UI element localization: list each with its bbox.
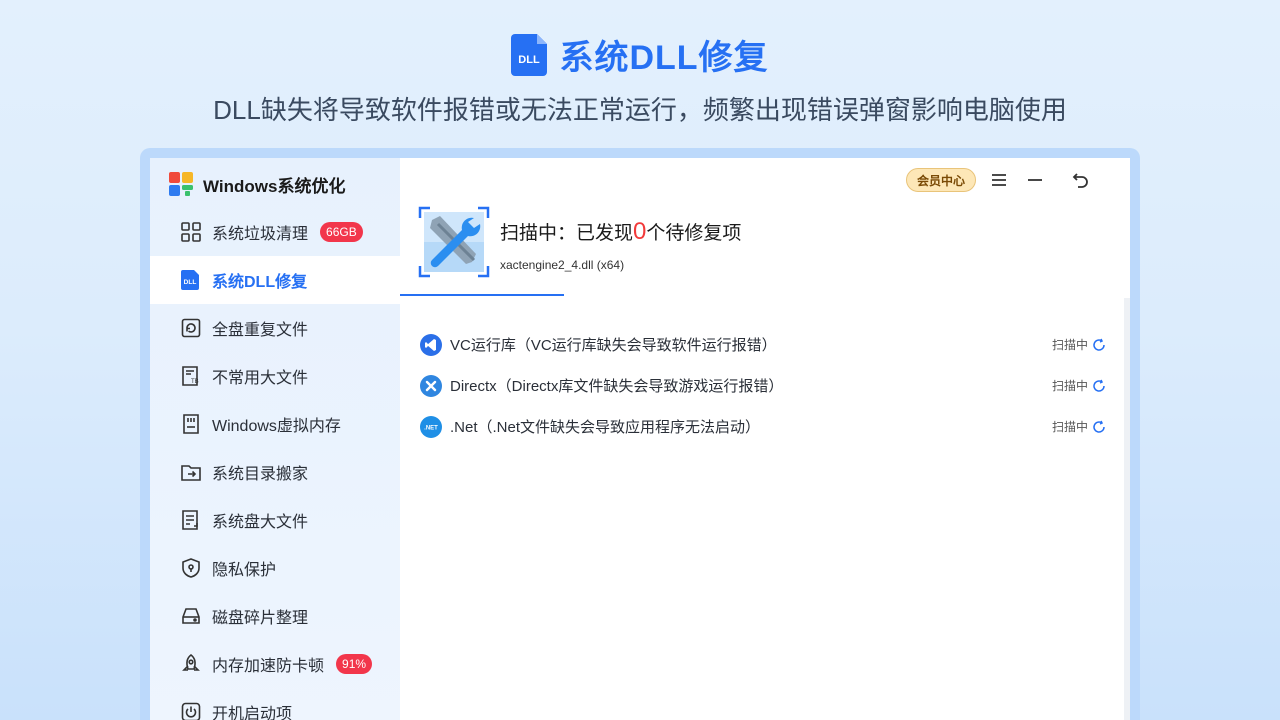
- sidebar-nav: 系统垃圾清理 66GB DLL 系统DLL修复 全盘重复文件 TB 不常用大文件…: [150, 208, 400, 720]
- directx-icon: [420, 374, 442, 397]
- app-brand: Windows系统优化: [168, 170, 345, 198]
- svg-text:DLL: DLL: [184, 279, 197, 286]
- sidebar-item-virtual-memory[interactable]: Windows虚拟内存: [150, 400, 400, 448]
- back-icon[interactable]: [1070, 169, 1092, 191]
- result-label: .Net（.Net文件缺失会导致应用程序无法启动）: [450, 419, 761, 436]
- duplicate-file-icon: [181, 318, 201, 338]
- memory-usage-badge: 91%: [336, 654, 373, 674]
- dll-icon: DLL: [181, 270, 199, 290]
- menu-icon[interactable]: [988, 169, 1010, 191]
- large-file-icon: TB: [182, 366, 199, 386]
- result-item-dotnet[interactable]: .NET .Net（.Net文件缺失会导致应用程序无法启动） 扫描中: [420, 406, 1110, 447]
- sidebar-item-label: 全盘重复文件: [212, 322, 309, 339]
- vc-icon: [420, 333, 442, 356]
- result-item-directx[interactable]: Directx（Directx库文件缺失会导致游戏运行报错） 扫描中: [420, 365, 1110, 406]
- sidebar-item-label: 系统盘大文件: [212, 514, 309, 531]
- hero-heading: 系统DLL修复: [559, 39, 769, 77]
- results-scrollbar[interactable]: [1124, 298, 1130, 720]
- repair-tools-icon: [418, 206, 490, 278]
- sidebar-item-folder-move[interactable]: 系统目录搬家: [150, 448, 400, 496]
- result-status: 扫描中: [1052, 418, 1106, 435]
- shield-icon: [182, 558, 200, 578]
- hero-title: DLL 系统DLL修复: [0, 30, 1280, 79]
- refresh-icon: [1093, 379, 1105, 392]
- sidebar-item-label: 系统目录搬家: [212, 466, 309, 483]
- minimize-icon[interactable]: [1024, 169, 1046, 191]
- sidebar-item-label: Windows虚拟内存: [212, 418, 341, 435]
- hero-subtitle: DLL缺失将导致软件报错或无法正常运行，频繁出现错误弹窗影响电脑使用: [213, 95, 1067, 125]
- refresh-icon: [1093, 338, 1105, 351]
- disk-icon: [182, 608, 200, 624]
- svg-text:TB: TB: [191, 379, 199, 385]
- scan-progress-line: [400, 294, 564, 296]
- result-status: 扫描中: [1052, 336, 1106, 353]
- power-icon: [181, 702, 201, 720]
- dotnet-icon: .NET: [420, 415, 442, 438]
- app-logo-icon: [169, 172, 193, 196]
- sidebar-item-large-files[interactable]: TB 不常用大文件: [150, 352, 400, 400]
- scan-results-list: VC运行库（VC运行库缺失会导致软件运行报错） 扫描中 Directx（Dire…: [420, 324, 1110, 447]
- sidebar-item-startup[interactable]: 开机启动项: [150, 688, 400, 720]
- rocket-icon: [182, 653, 200, 671]
- sidebar-item-defrag[interactable]: 磁盘碎片整理: [150, 592, 400, 640]
- result-label: Directx（Directx库文件缺失会导致游戏运行报错）: [450, 378, 784, 395]
- folder-move-icon: [181, 465, 201, 481]
- found-count: 0: [633, 218, 647, 245]
- app-title: Windows系统优化: [203, 176, 346, 196]
- result-status: 扫描中: [1052, 377, 1106, 394]
- sidebar-item-privacy[interactable]: 隐私保护: [150, 544, 400, 592]
- disk-file-icon: [182, 510, 198, 530]
- sidebar-item-label: 系统DLL修复: [212, 274, 308, 291]
- sidebar-item-memory-boost[interactable]: 内存加速防卡顿 91%: [150, 640, 400, 688]
- sidebar-item-label: 不常用大文件: [212, 370, 309, 387]
- sidebar-item-label: 开机启动项: [212, 706, 293, 720]
- app-window: Windows系统优化 系统垃圾清理 66GB DLL 系统DLL修复 全盘重复…: [150, 158, 1130, 720]
- junk-size-badge: 66GB: [320, 222, 363, 242]
- sidebar-item-duplicate-files[interactable]: 全盘重复文件: [150, 304, 400, 352]
- vip-center-button[interactable]: 会员中心: [906, 168, 976, 192]
- scan-status: 扫描中：已发现0个待修复项: [500, 218, 742, 245]
- memory-card-icon: [183, 414, 199, 434]
- sidebar: Windows系统优化 系统垃圾清理 66GB DLL 系统DLL修复 全盘重复…: [150, 158, 400, 720]
- sidebar-item-label: 隐私保护: [212, 562, 277, 579]
- result-item-vc[interactable]: VC运行库（VC运行库缺失会导致软件运行报错） 扫描中: [420, 324, 1110, 365]
- sidebar-item-label: 磁盘碎片整理: [212, 610, 309, 627]
- dll-file-icon: DLL: [511, 33, 548, 76]
- main-panel: 会员中心 扫描中：已发现0个待修复项 xactengine2_4.dll (x6…: [400, 158, 1130, 720]
- sidebar-item-label: 内存加速防卡顿: [212, 658, 325, 675]
- sidebar-item-label: 系统垃圾清理: [212, 226, 309, 243]
- sidebar-item-junk-clean[interactable]: 系统垃圾清理 66GB: [150, 208, 400, 256]
- sidebar-item-dll-repair[interactable]: DLL 系统DLL修复: [150, 256, 400, 304]
- refresh-icon: [1093, 420, 1105, 433]
- svg-text:.NET: .NET: [424, 425, 438, 431]
- sidebar-item-disk-large-files[interactable]: 系统盘大文件: [150, 496, 400, 544]
- scanning-file: xactengine2_4.dll (x64): [500, 258, 625, 272]
- svg-text:DLL: DLL: [519, 54, 541, 66]
- result-label: VC运行库（VC运行库缺失会导致软件运行报错）: [450, 337, 777, 354]
- grid-icon: [181, 222, 201, 242]
